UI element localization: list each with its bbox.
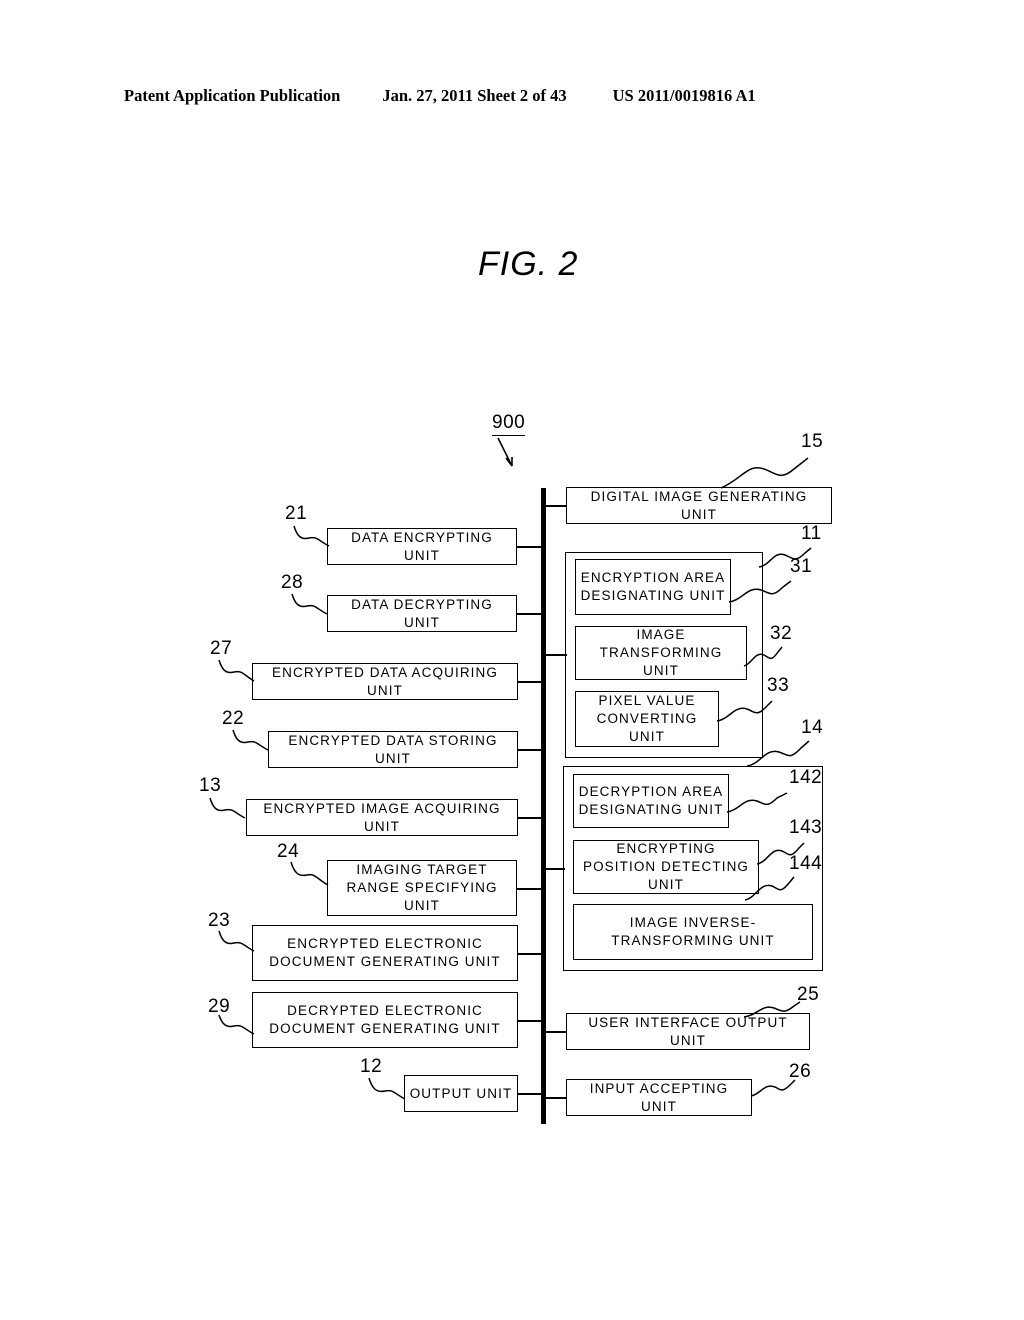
reference-143: 143 [789, 817, 823, 838]
system-bus [541, 488, 546, 1124]
leader-line-22 [232, 729, 269, 751]
reference-21: 21 [285, 503, 308, 524]
bus-stub-input-accepting [545, 1097, 567, 1099]
reference-31: 31 [790, 556, 813, 577]
leader-line-15 [720, 457, 809, 489]
leader-line-33 [716, 700, 773, 722]
reference-144: 144 [789, 853, 823, 874]
leader-line-12 [368, 1077, 406, 1100]
data-encrypting-unit[interactable]: DATA ENCRYPTING UNIT [327, 528, 517, 565]
leader-line-28 [291, 593, 328, 615]
leader-line-23 [218, 930, 255, 952]
leader-line-21 [293, 525, 330, 547]
leader-line-13 [209, 797, 246, 819]
bus-stub-encrypted-image-acquiring [517, 817, 543, 819]
reference-33: 33 [767, 675, 790, 696]
bus-stub-decryption-group [545, 868, 565, 870]
image-inverse-transforming-unit[interactable]: IMAGE INVERSE-TRANSFORMING UNIT [573, 904, 813, 960]
bus-stub-encrypted-electronic-document [517, 953, 543, 955]
leader-line-31 [728, 580, 792, 603]
reference-28: 28 [281, 572, 304, 593]
bus-stub-encrypted-data-storing [517, 749, 543, 751]
bus-stub-data-decrypting [516, 613, 543, 615]
encrypted-data-acquiring-unit[interactable]: ENCRYPTED DATA ACQUIRING UNIT [252, 663, 518, 700]
decryption-area-designating-unit[interactable]: DECRYPTION AREA DESIGNATING UNIT [573, 774, 729, 828]
bus-stub-digital-image [545, 505, 567, 507]
encrypted-data-storing-unit[interactable]: ENCRYPTED DATA STORING UNIT [268, 731, 518, 768]
reference-12: 12 [360, 1056, 383, 1077]
leader-line-142 [726, 792, 788, 813]
encryption-area-designating-unit[interactable]: ENCRYPTION AREA DESIGNATING UNIT [575, 559, 731, 615]
encrypting-position-detecting-unit[interactable]: ENCRYPTING POSITION DETECTING UNIT [573, 840, 759, 894]
bus-stub-data-encrypting [516, 546, 543, 548]
reference-32: 32 [770, 623, 793, 644]
leader-line-24 [290, 861, 329, 886]
leader-line-26 [750, 1079, 796, 1097]
imaging-target-range-specifying-unit[interactable]: IMAGING TARGET RANGE SPECIFYING UNIT [327, 860, 517, 916]
reference-900-arrow [497, 437, 513, 467]
reference-15: 15 [801, 431, 824, 452]
leader-line-25 [743, 1001, 801, 1018]
pixel-value-converting-unit[interactable]: PIXEL VALUE CONVERTING UNIT [575, 691, 719, 747]
bus-stub-encryption-group [545, 654, 567, 656]
image-transforming-unit[interactable]: IMAGE TRANSFORMING UNIT [575, 626, 747, 680]
bus-stub-output-unit [517, 1093, 543, 1095]
bus-stub-ui-output [545, 1031, 567, 1033]
leader-line-32 [743, 646, 783, 667]
bus-stub-imaging-target-range [516, 888, 543, 890]
leader-line-27 [218, 659, 255, 682]
system-reference-900: 900 [492, 412, 526, 436]
encrypted-image-acquiring-unit[interactable]: ENCRYPTED IMAGE ACQUIRING UNIT [246, 799, 518, 836]
decrypted-electronic-document-generating-unit[interactable]: DECRYPTED ELECTRONIC DOCUMENT GENERATING… [252, 992, 518, 1048]
reference-11: 11 [801, 523, 822, 544]
encrypted-electronic-document-generating-unit[interactable]: ENCRYPTED ELECTRONIC DOCUMENT GENERATING… [252, 925, 518, 981]
leader-line-144 [744, 876, 795, 901]
data-decrypting-unit[interactable]: DATA DECRYPTING UNIT [327, 595, 517, 632]
reference-14: 14 [801, 717, 824, 738]
leader-line-29 [218, 1014, 255, 1035]
output-unit[interactable]: OUTPUT UNIT [404, 1075, 518, 1112]
reference-22: 22 [222, 708, 245, 729]
bus-stub-encrypted-data-acquiring [517, 681, 543, 683]
reference-13: 13 [199, 775, 222, 796]
reference-142: 142 [789, 767, 823, 788]
bus-stub-decrypted-electronic-document [517, 1020, 543, 1022]
input-accepting-unit[interactable]: INPUT ACCEPTING UNIT [566, 1079, 752, 1116]
reference-27: 27 [210, 638, 233, 659]
block-diagram: 900 DIGITAL IMAGE GENERATING UNIT 15 11 … [0, 0, 1024, 1320]
